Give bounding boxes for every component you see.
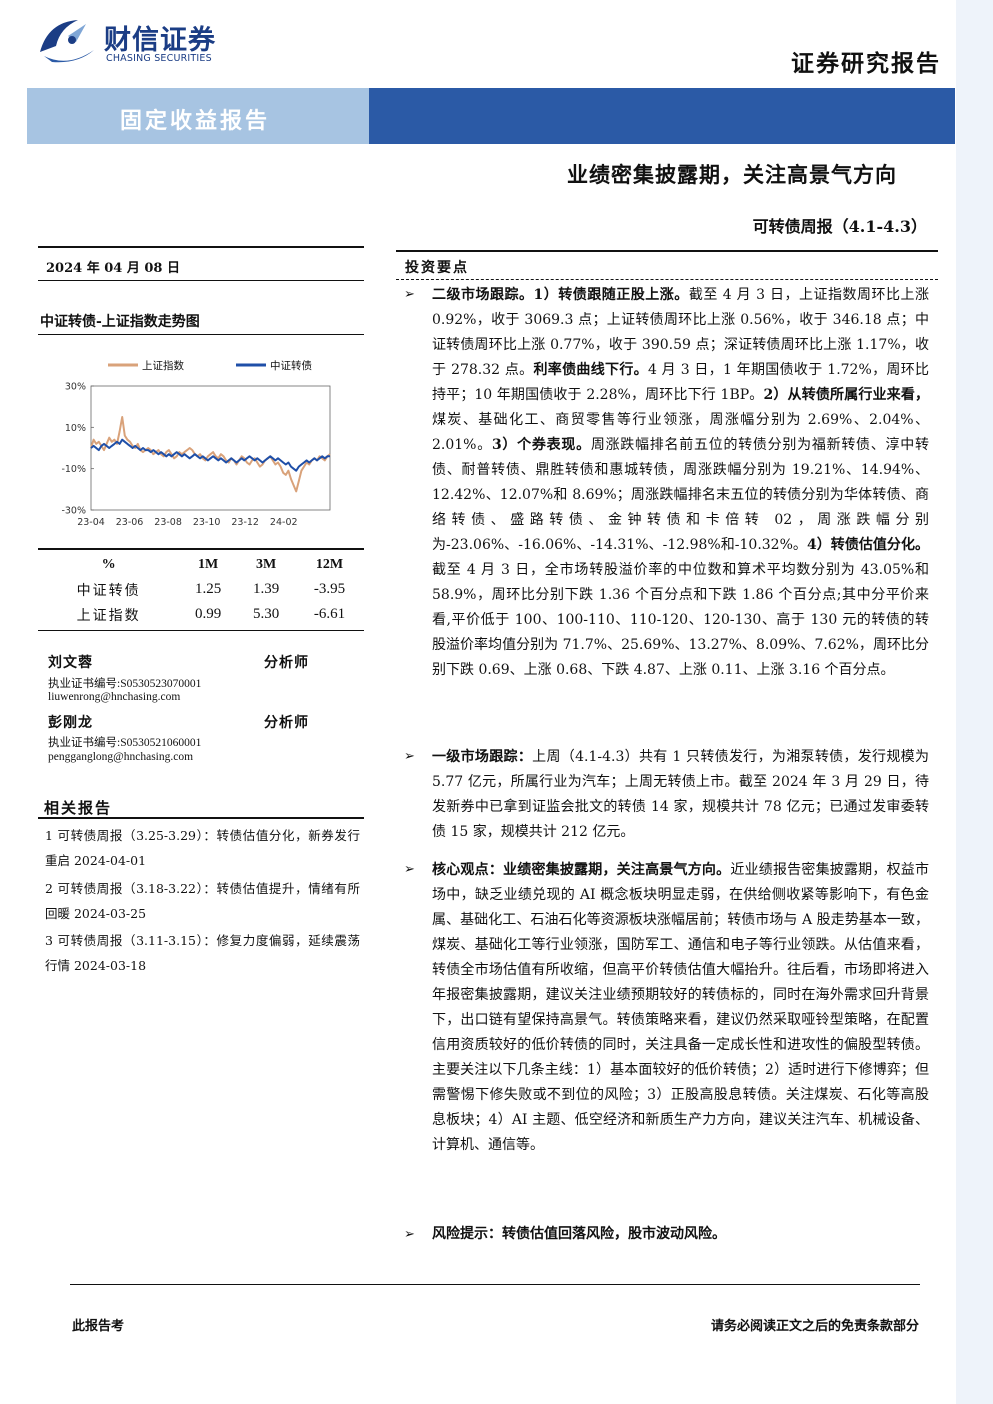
summary-heading: 投资要点 bbox=[405, 260, 469, 276]
para-lead: 4）转债估值分化。 bbox=[806, 537, 929, 553]
header-band-dark bbox=[369, 88, 955, 144]
related-report-item[interactable]: 3 可转债周报（3.11-3.15）：修复力度偏弱，延续震荡行情 2024-03… bbox=[45, 928, 360, 978]
y-tick-label: -10% bbox=[61, 464, 86, 475]
para-lead: 3）个券表现。 bbox=[491, 437, 591, 453]
x-tick-label: 23-10 bbox=[193, 517, 221, 528]
footer-note: 此报告考 bbox=[72, 1319, 125, 1334]
main-title: 业绩密集披露期，关注高景气方向 bbox=[567, 162, 897, 187]
x-tick-label: 23-06 bbox=[116, 517, 144, 528]
sub-title: 可转债周报（4.1-4.3） bbox=[752, 217, 927, 236]
row-label: 上证指数 bbox=[76, 607, 141, 624]
analyst-role: 分析师 bbox=[264, 715, 309, 731]
risk-paragraph: 风险提示：转债估值回落风险，股市波动风险。 bbox=[432, 1222, 929, 1247]
footer-disclaimer: 请务必阅读正文之后的免责条款部分 bbox=[710, 1319, 919, 1334]
col-header: 3M bbox=[255, 556, 277, 572]
bullet-icon: ➢ bbox=[404, 862, 415, 877]
x-tick-label: 23-12 bbox=[231, 517, 259, 528]
table-row: 上证指数 0.99 5.30 -6.61 bbox=[38, 602, 364, 627]
bullet-icon: ➢ bbox=[404, 1227, 415, 1242]
cell-12m: -3.95 bbox=[313, 581, 346, 597]
brand-name: 财信证券 bbox=[104, 25, 216, 56]
para-lead: 二级市场跟踪。1）转债跟随正股上涨。 bbox=[432, 287, 689, 303]
primary-market-paragraph: 一级市场跟踪：上周（4.1-4.3）共有 1 只转债发行，为湘泵转债，发行规模为… bbox=[432, 745, 929, 845]
analyst-name: 刘文蓉 bbox=[48, 655, 93, 671]
divider bbox=[38, 280, 364, 281]
analyst-role: 分析师 bbox=[264, 655, 309, 671]
brand-name-en: CHASING SECURITIES bbox=[106, 53, 212, 64]
analyst-email[interactable]: pengganglong@hnchasing.com bbox=[48, 751, 193, 763]
analyst-name: 彭刚龙 bbox=[48, 715, 93, 731]
bullet-icon: ➢ bbox=[404, 749, 415, 764]
performance-table: % 1M 3M 12M 中证转债 1.25 1.39 -3.95 上证指数 0.… bbox=[38, 552, 364, 627]
report-category: 固定收益报告 bbox=[120, 108, 271, 134]
core-view-paragraph: 核心观点：业绩密集披露期，关注高景气方向。近业绩报告密集披露期，权益市场中，缺乏… bbox=[432, 858, 929, 1158]
divider bbox=[38, 630, 364, 631]
analyst-cert: 执业证书编号:S0530521060001 bbox=[48, 737, 202, 749]
report-type: 证券研究报告 bbox=[791, 50, 941, 77]
y-tick-label: 30% bbox=[65, 382, 86, 393]
y-tick-label: -30% bbox=[61, 506, 86, 517]
para-text: 截至 4 月 3 日，全市场转股溢价率的中位数和算术平均数分别为 43.05%和… bbox=[432, 562, 929, 678]
divider bbox=[396, 279, 938, 280]
col-header: % bbox=[101, 556, 116, 572]
report-date: 2024 年 04 月 08 日 bbox=[46, 261, 180, 276]
table-header-row: % 1M 3M 12M bbox=[38, 552, 364, 577]
chart-title: 中证转债-上证指数走势图 bbox=[40, 314, 200, 330]
series-line bbox=[90, 416, 331, 493]
para-text: 周涨跌幅排名前五位的转债分别为福新转债、淳中转债、耐普转债、鼎胜转债和惠城转债，… bbox=[432, 437, 929, 553]
related-reports-title: 相关报告 bbox=[44, 799, 113, 817]
x-tick-label: 23-04 bbox=[77, 517, 105, 528]
bullet-icon: ➢ bbox=[404, 287, 415, 302]
related-report-item[interactable]: 1 可转债周报（3.25-3.29）：转债估值分化，新券发行重启 2024-04… bbox=[45, 823, 360, 873]
related-report-item[interactable]: 2 可转债周报（3.18-3.22）：转债估值提升，情绪有所回暖 2024-03… bbox=[45, 876, 360, 926]
row-label: 中证转债 bbox=[76, 582, 141, 599]
para-lead: 核心观点：业绩密集披露期，关注高景气方向。 bbox=[432, 862, 731, 878]
para-text: 近业绩报告密集披露期，权益市场中，缺乏业绩兑现的 AI 概念板块明显走弱，在供给… bbox=[432, 862, 930, 1153]
para-lead: 一级市场跟踪： bbox=[432, 749, 533, 765]
col-header: 1M bbox=[198, 556, 219, 572]
x-tick-label: 23-08 bbox=[154, 517, 182, 528]
divider bbox=[70, 1284, 920, 1285]
divider bbox=[396, 250, 938, 252]
side-strip bbox=[956, 0, 993, 1404]
y-tick-label: 10% bbox=[65, 423, 86, 434]
cell-3m: 5.30 bbox=[252, 606, 280, 622]
legend-label: 中证转债 bbox=[270, 359, 312, 372]
col-header: 12M bbox=[315, 556, 344, 572]
trend-chart: 上证指数 中证转债 30% 10% -10% -30%23-04 23-06 23-08 23… bbox=[61, 359, 331, 528]
divider bbox=[38, 334, 364, 335]
cell-1m: 1.25 bbox=[195, 581, 222, 597]
analyst-email[interactable]: liuwenrong@hnchasing.com bbox=[48, 691, 180, 703]
para-lead: 2）从转债所属行业来看， bbox=[763, 387, 929, 403]
divider bbox=[38, 817, 364, 819]
secondary-market-paragraph: 二级市场跟踪。1）转债跟随正股上涨。截至 4 月 3 日，上证指数周环比上涨 0… bbox=[432, 283, 929, 683]
x-tick-label: 24-02 bbox=[270, 517, 298, 528]
cell-12m: -6.61 bbox=[313, 606, 346, 622]
legend-label: 上证指数 bbox=[142, 359, 184, 372]
divider bbox=[38, 246, 364, 248]
para-lead: 风险提示：转债估值回落风险，股市波动风险。 bbox=[432, 1226, 726, 1242]
cell-1m: 0.99 bbox=[195, 606, 222, 622]
cell-3m: 1.39 bbox=[252, 581, 280, 597]
analyst-cert: 执业证书编号:S0530523070001 bbox=[48, 678, 202, 690]
brand-logo-icon bbox=[40, 20, 94, 63]
table-row: 中证转债 1.25 1.39 -3.95 bbox=[38, 577, 364, 602]
divider bbox=[38, 548, 364, 550]
para-lead: 利率债曲线下行。 bbox=[533, 362, 648, 378]
plot-frame bbox=[90, 385, 331, 511]
